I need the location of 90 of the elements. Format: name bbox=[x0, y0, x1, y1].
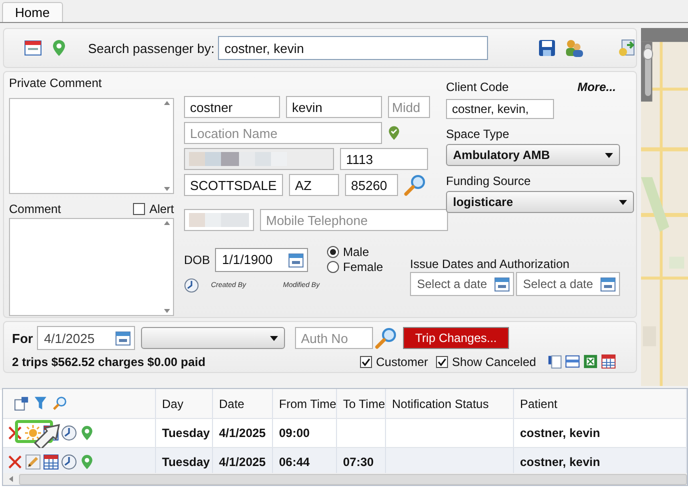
caret-icon[interactable] bbox=[605, 152, 613, 158]
home-tab[interactable]: Home bbox=[2, 2, 63, 22]
rows-icon[interactable] bbox=[565, 354, 580, 369]
scroll-left-icon[interactable] bbox=[9, 476, 13, 482]
client-code-field[interactable]: costner, kevin, bbox=[446, 99, 554, 119]
comment-field[interactable] bbox=[9, 218, 174, 316]
option-checkbox[interactable] bbox=[436, 356, 448, 368]
help-pin-icon[interactable] bbox=[52, 39, 66, 57]
more-link[interactable]: More... bbox=[577, 80, 616, 94]
column-header[interactable]: To Time bbox=[337, 389, 386, 418]
column-header[interactable]: Notification Status bbox=[386, 389, 514, 418]
document-icon[interactable] bbox=[547, 354, 562, 369]
funding-source-dropdown[interactable]: logisticare bbox=[446, 191, 634, 213]
table-cell: 4/1/2025 bbox=[213, 419, 273, 447]
private-comment-field[interactable] bbox=[9, 98, 174, 194]
comment-label: Comment bbox=[9, 202, 62, 216]
location-name-field[interactable]: Location Name bbox=[184, 122, 382, 144]
issue-dates-label: Issue Dates and Authorization bbox=[410, 257, 570, 271]
horizontal-scrollbar[interactable] bbox=[3, 473, 687, 485]
column-header[interactable]: Date bbox=[213, 389, 273, 418]
search-icon[interactable] bbox=[52, 396, 67, 411]
clock-icon[interactable] bbox=[61, 425, 77, 441]
zip-field[interactable]: 85260 bbox=[345, 174, 398, 196]
people-icon[interactable] bbox=[564, 39, 584, 57]
column-header[interactable]: Day bbox=[156, 389, 213, 418]
delete-icon[interactable] bbox=[7, 454, 23, 470]
private-comment-label: Private Comment bbox=[9, 76, 103, 90]
option-label[interactable]: Customer bbox=[376, 354, 428, 368]
location-pin-icon[interactable] bbox=[388, 125, 400, 141]
map-zoom-slider[interactable] bbox=[645, 44, 651, 96]
option-label[interactable]: Show Canceled bbox=[452, 354, 536, 368]
trip-date-field[interactable]: 4/1/2025 bbox=[36, 326, 135, 350]
caret-icon[interactable] bbox=[619, 200, 627, 204]
delete-icon[interactable] bbox=[7, 425, 23, 441]
table-icon[interactable] bbox=[601, 354, 616, 369]
sun-icon[interactable] bbox=[25, 425, 41, 441]
search-field[interactable]: costner, kevin bbox=[218, 36, 488, 60]
auth-no-field[interactable]: Auth No bbox=[294, 327, 373, 349]
search-icon[interactable] bbox=[374, 327, 397, 349]
calendar-icon[interactable] bbox=[24, 40, 42, 56]
table-cell: 09:00 bbox=[273, 419, 337, 447]
client-code-label: Client Code bbox=[446, 80, 509, 94]
alert-checkbox[interactable] bbox=[133, 203, 146, 215]
redacted-phone-field[interactable] bbox=[184, 209, 254, 231]
dob-field[interactable]: 1/1/1900 bbox=[215, 248, 308, 272]
help-pin-icon[interactable] bbox=[79, 454, 95, 470]
dob-label: DOB bbox=[184, 252, 210, 266]
table-cell: costner, kevin bbox=[514, 419, 687, 447]
save-icon[interactable] bbox=[538, 39, 556, 57]
alert-label[interactable]: Alert bbox=[149, 202, 174, 216]
suite-field[interactable]: 1113 bbox=[340, 148, 428, 170]
calendar-icon[interactable] bbox=[288, 252, 304, 268]
name-field[interactable]: Midd bbox=[388, 96, 430, 118]
trip-changes-button[interactable]: Trip Changes... bbox=[402, 327, 509, 349]
mobile-telephone-field[interactable]: Mobile Telephone bbox=[260, 209, 448, 231]
date-field[interactable]: Select a date bbox=[516, 272, 620, 296]
trip-summary: 2 trips $562.52 charges $0.00 paid bbox=[12, 354, 206, 368]
column-chooser-icon[interactable] bbox=[14, 396, 29, 411]
clock-icon[interactable] bbox=[184, 278, 199, 293]
document-export-icon[interactable] bbox=[618, 39, 636, 57]
space-type-dropdown[interactable]: Ambulatory AMB bbox=[446, 144, 620, 166]
column-header[interactable]: Patient bbox=[514, 389, 687, 418]
table-cell: Tuesday bbox=[156, 419, 213, 447]
scroll-down-icon[interactable] bbox=[164, 187, 170, 191]
name-field[interactable]: kevin bbox=[286, 96, 382, 118]
name-field[interactable]: costner bbox=[184, 96, 280, 118]
date-field[interactable]: Select a date bbox=[410, 272, 514, 296]
scroll-up-icon[interactable] bbox=[164, 221, 170, 225]
filter-icon[interactable] bbox=[33, 396, 48, 411]
calendar-icon[interactable] bbox=[43, 454, 59, 470]
option-checkbox[interactable] bbox=[360, 356, 372, 368]
calendar-icon[interactable] bbox=[600, 276, 616, 292]
caret-icon[interactable] bbox=[270, 336, 278, 340]
search-icon[interactable] bbox=[404, 174, 426, 196]
for-label: For bbox=[12, 330, 33, 346]
search-label: Search passenger by: bbox=[88, 40, 214, 56]
city-field[interactable]: SCOTTSDALE bbox=[184, 174, 283, 196]
scroll-down-icon[interactable] bbox=[164, 309, 170, 313]
redacted-address-field[interactable] bbox=[184, 148, 334, 170]
clock-icon[interactable] bbox=[61, 454, 77, 470]
spreadsheet-icon[interactable] bbox=[583, 354, 598, 369]
state-field[interactable]: AZ bbox=[289, 174, 339, 196]
gender-radio[interactable]: Male bbox=[327, 245, 384, 259]
calendar-icon[interactable] bbox=[494, 276, 510, 292]
space-type-label: Space Type bbox=[446, 127, 510, 141]
scroll-up-icon[interactable] bbox=[164, 101, 170, 105]
column-header[interactable]: From Time bbox=[273, 389, 337, 418]
gender-radio[interactable]: Female bbox=[327, 260, 384, 274]
calendar-icon[interactable] bbox=[114, 330, 131, 346]
funding-source-label: Funding Source bbox=[446, 174, 532, 188]
